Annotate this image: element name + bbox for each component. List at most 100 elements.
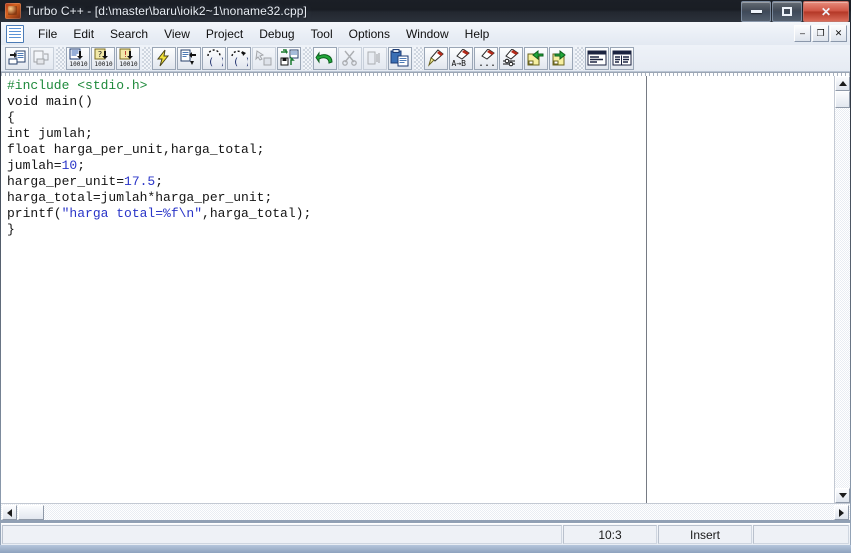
compile-icon[interactable]: 100101 bbox=[66, 46, 90, 70]
code-token-plain: ; bbox=[155, 174, 164, 189]
find-icon[interactable] bbox=[424, 46, 448, 70]
source-code: #include <stdio.h> void main(){int jumlah… bbox=[7, 78, 311, 238]
code-editor[interactable]: #include <stdio.h> void main(){int jumlah… bbox=[1, 76, 836, 503]
horizontal-scroll-thumb[interactable] bbox=[18, 505, 44, 520]
window-bottom-edge bbox=[0, 545, 851, 553]
scroll-left-button[interactable] bbox=[2, 505, 17, 520]
menu-item-edit[interactable]: Edit bbox=[65, 24, 102, 44]
close-button[interactable]: ✕ bbox=[803, 1, 849, 22]
save-file-icon[interactable] bbox=[30, 46, 54, 70]
code-line: harga_total=jumlah*harga_per_unit; bbox=[7, 190, 311, 206]
svg-text:...: ... bbox=[478, 58, 496, 67]
code-token-plain: ; bbox=[77, 158, 86, 173]
cut-icon[interactable] bbox=[338, 46, 362, 70]
scroll-left-arrow-icon bbox=[7, 508, 12, 517]
status-main-panel bbox=[2, 525, 562, 544]
code-line: { bbox=[7, 110, 311, 126]
mdi-restore-button[interactable]: ❐ bbox=[812, 25, 829, 42]
scroll-up-arrow-icon bbox=[838, 81, 847, 86]
code-line: #include <stdio.h> bbox=[7, 78, 311, 94]
right-margin-guide bbox=[646, 76, 647, 503]
build-all-icon[interactable]: ! 100101 bbox=[116, 46, 140, 70]
toolbar-separator bbox=[414, 46, 423, 70]
mdi-restore-icon: ❐ bbox=[816, 28, 825, 38]
menu-item-view[interactable]: View bbox=[156, 24, 198, 44]
code-line: void main() bbox=[7, 94, 311, 110]
svg-text:A→B: A→B bbox=[452, 59, 467, 67]
code-token-plain: } bbox=[7, 222, 15, 237]
message-window-icon[interactable] bbox=[585, 46, 609, 70]
code-token-plain: void main() bbox=[7, 94, 93, 109]
scroll-down-button[interactable] bbox=[835, 488, 850, 503]
status-insert-mode: Insert bbox=[658, 525, 752, 544]
mdi-minimize-button[interactable]: – bbox=[794, 25, 811, 42]
scroll-up-button[interactable] bbox=[835, 76, 850, 91]
vertical-scroll-thumb[interactable] bbox=[835, 91, 850, 108]
window-controls: ✕ bbox=[740, 1, 849, 22]
code-line: printf("harga total=%f\n",harga_total); bbox=[7, 206, 311, 222]
paste-icon[interactable] bbox=[388, 46, 412, 70]
status-cursor-position: 10:3 bbox=[563, 525, 657, 544]
menu-item-search[interactable]: Search bbox=[102, 24, 156, 44]
toggle-breakpoint-icon[interactable] bbox=[277, 46, 301, 70]
mdi-close-icon: ✕ bbox=[834, 28, 843, 38]
code-token-plain: printf( bbox=[7, 206, 62, 221]
mdi-close-button[interactable]: ✕ bbox=[830, 25, 847, 42]
code-token-string: "harga total=%f\n" bbox=[61, 206, 203, 221]
code-token-number: 10 bbox=[61, 158, 78, 173]
code-token-plain: harga_per_unit= bbox=[7, 174, 125, 189]
maximize-button[interactable] bbox=[772, 1, 802, 22]
menu-item-tool[interactable]: Tool bbox=[303, 24, 341, 44]
scroll-right-button[interactable] bbox=[834, 505, 849, 520]
project-window-icon[interactable] bbox=[610, 46, 634, 70]
minimize-button[interactable] bbox=[741, 1, 771, 22]
menu-item-project[interactable]: Project bbox=[198, 24, 251, 44]
mdi-minimize-icon: – bbox=[799, 28, 805, 38]
copy-icon[interactable] bbox=[363, 46, 387, 70]
code-token-preprocessor: #include <stdio.h> bbox=[7, 78, 148, 93]
svg-text:( ): ( ) bbox=[208, 57, 223, 67]
menu-item-debug[interactable]: Debug bbox=[251, 24, 302, 44]
status-bar: 10:3 Insert bbox=[1, 523, 850, 545]
menu-item-file[interactable]: File bbox=[30, 24, 65, 44]
open-file-icon[interactable] bbox=[5, 46, 29, 70]
svg-text:?: ? bbox=[98, 50, 103, 59]
menu-item-options[interactable]: Options bbox=[341, 24, 398, 44]
toolbar: 100101 ? 100101 ! 100101 bbox=[1, 45, 850, 72]
svg-text:100101: 100101 bbox=[95, 61, 114, 68]
svg-text:!: ! bbox=[123, 50, 128, 59]
turbo-cpp-window: Turbo C++ - [d:\master\baru\ioik2~1\nona… bbox=[0, 0, 851, 553]
code-line: } bbox=[7, 222, 311, 238]
status-extra-panel bbox=[753, 525, 849, 544]
vertical-scrollbar[interactable] bbox=[834, 76, 850, 503]
code-token-plain: jumlah= bbox=[7, 158, 62, 173]
goto-cursor-icon[interactable] bbox=[252, 46, 276, 70]
title-bar: Turbo C++ - [d:\master\baru\ioik2~1\nona… bbox=[0, 0, 851, 22]
code-token-number: 17.5 bbox=[124, 174, 156, 189]
menu-item-help[interactable]: Help bbox=[457, 24, 498, 44]
next-bookmark-icon[interactable] bbox=[549, 46, 573, 70]
find-options-icon[interactable] bbox=[499, 46, 523, 70]
code-line: float harga_per_unit,harga_total; bbox=[7, 142, 311, 158]
menu-item-window[interactable]: Window bbox=[398, 24, 457, 44]
make-icon[interactable]: ? 100101 bbox=[91, 46, 115, 70]
step-over-icon[interactable] bbox=[177, 46, 201, 70]
find-next-icon[interactable]: ... bbox=[474, 46, 498, 70]
toolbar-separator bbox=[575, 46, 584, 70]
horizontal-scrollbar[interactable] bbox=[1, 503, 850, 520]
step-out-icon[interactable]: ( ) bbox=[227, 46, 251, 70]
previous-bookmark-icon[interactable] bbox=[524, 46, 548, 70]
undo-icon[interactable] bbox=[313, 46, 337, 70]
maximize-icon bbox=[782, 7, 792, 16]
code-token-plain: harga_total=jumlah*harga_per_unit; bbox=[7, 190, 273, 205]
toolbar-separator bbox=[56, 46, 65, 70]
code-token-plain: float harga_per_unit,harga_total; bbox=[7, 142, 265, 157]
turbo-cpp-icon bbox=[5, 3, 21, 19]
trace-into-icon[interactable]: ( ) bbox=[202, 46, 226, 70]
document-icon bbox=[6, 24, 24, 43]
editor-window: #include <stdio.h> void main(){int jumlah… bbox=[1, 72, 850, 520]
run-icon[interactable] bbox=[152, 46, 176, 70]
code-token-plain: ,harga_total); bbox=[202, 206, 312, 221]
svg-text:100101: 100101 bbox=[70, 61, 89, 68]
replace-icon[interactable]: A→B bbox=[449, 46, 473, 70]
